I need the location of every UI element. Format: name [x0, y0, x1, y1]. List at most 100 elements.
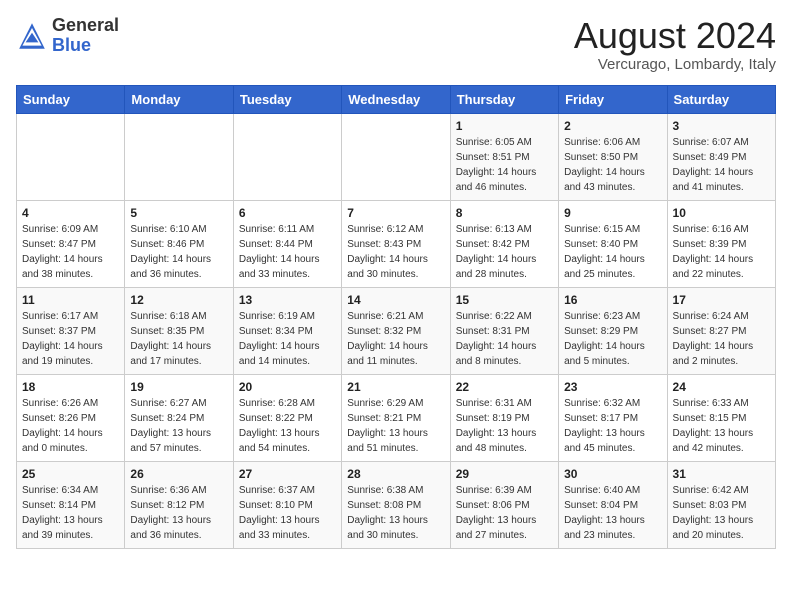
calendar-cell: 10Sunrise: 6:16 AM Sunset: 8:39 PM Dayli… [667, 200, 775, 287]
day-info: Sunrise: 6:12 AM Sunset: 8:43 PM Dayligh… [347, 222, 444, 282]
day-number: 12 [130, 293, 227, 307]
calendar-cell [125, 113, 233, 200]
calendar-cell: 5 Sunrise: 6:10 AM Sunset: 8:46 PM Daylig… [125, 200, 233, 287]
day-number: 23 [564, 380, 661, 394]
weekday-header: Thursday [450, 85, 558, 113]
calendar-cell: 9 Sunrise: 6:15 AM Sunset: 8:40 PM Daylig… [559, 200, 667, 287]
calendar-cell: 2 Sunrise: 6:06 AM Sunset: 8:50 PM Daylig… [559, 113, 667, 200]
calendar-cell: 27Sunrise: 6:37 AM Sunset: 8:10 PM Dayli… [233, 461, 341, 548]
day-info: Sunrise: 6:24 AM Sunset: 8:27 PM Dayligh… [673, 309, 770, 369]
weekday-header: Sunday [17, 85, 125, 113]
calendar-cell: 22 Sunrise: 6:31 AM Sunset: 8:19 PM Dayli… [450, 374, 558, 461]
weekday-header: Tuesday [233, 85, 341, 113]
logo-icon [16, 20, 48, 52]
day-info: Sunrise: 6:17 AM Sunset: 8:37 PM Dayligh… [22, 309, 119, 369]
calendar-cell: 28 Sunrise: 6:38 AM Sunset: 8:08 PM Dayli… [342, 461, 450, 548]
day-info: Sunrise: 6:34 AM Sunset: 8:14 PM Dayligh… [22, 483, 119, 543]
day-number: 28 [347, 467, 444, 481]
day-number: 29 [456, 467, 553, 481]
day-number: 3 [673, 119, 770, 133]
calendar-cell: 14Sunrise: 6:21 AM Sunset: 8:32 PM Dayli… [342, 287, 450, 374]
calendar-cell: 13 Sunrise: 6:19 AM Sunset: 8:34 PM Dayli… [233, 287, 341, 374]
month-year-title: August 2024 [574, 16, 776, 56]
day-info: Sunrise: 6:11 AM Sunset: 8:44 PM Dayligh… [239, 222, 336, 282]
day-number: 30 [564, 467, 661, 481]
day-number: 21 [347, 380, 444, 394]
weekday-header: Friday [559, 85, 667, 113]
day-info: Sunrise: 6:10 AM Sunset: 8:46 PM Dayligh… [130, 222, 227, 282]
day-info: Sunrise: 6:07 AM Sunset: 8:49 PM Dayligh… [673, 135, 770, 195]
day-info: Sunrise: 6:05 AM Sunset: 8:51 PM Dayligh… [456, 135, 553, 195]
day-number: 4 [22, 206, 119, 220]
calendar-cell [233, 113, 341, 200]
calendar-cell: 16Sunrise: 6:23 AM Sunset: 8:29 PM Dayli… [559, 287, 667, 374]
day-number: 26 [130, 467, 227, 481]
calendar-week-row: 4 Sunrise: 6:09 AM Sunset: 8:47 PM Daylig… [17, 200, 776, 287]
day-info: Sunrise: 6:36 AM Sunset: 8:12 PM Dayligh… [130, 483, 227, 543]
calendar-week-row: 25Sunrise: 6:34 AM Sunset: 8:14 PM Dayli… [17, 461, 776, 548]
day-number: 22 [456, 380, 553, 394]
day-number: 15 [456, 293, 553, 307]
day-number: 5 [130, 206, 227, 220]
day-info: Sunrise: 6:27 AM Sunset: 8:24 PM Dayligh… [130, 396, 227, 456]
day-info: Sunrise: 6:13 AM Sunset: 8:42 PM Dayligh… [456, 222, 553, 282]
day-info: Sunrise: 6:18 AM Sunset: 8:35 PM Dayligh… [130, 309, 227, 369]
calendar-cell: 17 Sunrise: 6:24 AM Sunset: 8:27 PM Dayli… [667, 287, 775, 374]
calendar-week-row: 1Sunrise: 6:05 AM Sunset: 8:51 PM Daylig… [17, 113, 776, 200]
title-block: August 2024 Vercurago, Lombardy, Italy [574, 16, 776, 73]
logo-general-text: General [52, 15, 119, 35]
day-info: Sunrise: 6:32 AM Sunset: 8:17 PM Dayligh… [564, 396, 661, 456]
weekday-header-row: SundayMondayTuesdayWednesdayThursdayFrid… [17, 85, 776, 113]
calendar-cell: 26 Sunrise: 6:36 AM Sunset: 8:12 PM Dayli… [125, 461, 233, 548]
day-number: 14 [347, 293, 444, 307]
day-number: 31 [673, 467, 770, 481]
day-info: Sunrise: 6:38 AM Sunset: 8:08 PM Dayligh… [347, 483, 444, 543]
calendar-cell: 30 Sunrise: 6:40 AM Sunset: 8:04 PM Dayli… [559, 461, 667, 548]
calendar-cell: 8 Sunrise: 6:13 AM Sunset: 8:42 PM Daylig… [450, 200, 558, 287]
day-number: 7 [347, 206, 444, 220]
day-number: 13 [239, 293, 336, 307]
calendar-cell: 3 Sunrise: 6:07 AM Sunset: 8:49 PM Daylig… [667, 113, 775, 200]
weekday-header: Monday [125, 85, 233, 113]
day-info: Sunrise: 6:42 AM Sunset: 8:03 PM Dayligh… [673, 483, 770, 543]
calendar-cell: 12 Sunrise: 6:18 AM Sunset: 8:35 PM Dayli… [125, 287, 233, 374]
day-info: Sunrise: 6:33 AM Sunset: 8:15 PM Dayligh… [673, 396, 770, 456]
calendar-cell: 1Sunrise: 6:05 AM Sunset: 8:51 PM Daylig… [450, 113, 558, 200]
location-subtitle: Vercurago, Lombardy, Italy [574, 56, 776, 73]
calendar-cell: 15 Sunrise: 6:22 AM Sunset: 8:31 PM Dayli… [450, 287, 558, 374]
calendar-cell: 19 Sunrise: 6:27 AM Sunset: 8:24 PM Dayli… [125, 374, 233, 461]
day-number: 27 [239, 467, 336, 481]
day-number: 9 [564, 206, 661, 220]
day-info: Sunrise: 6:29 AM Sunset: 8:21 PM Dayligh… [347, 396, 444, 456]
calendar-cell: 31 Sunrise: 6:42 AM Sunset: 8:03 PM Dayli… [667, 461, 775, 548]
calendar-cell [17, 113, 125, 200]
day-number: 17 [673, 293, 770, 307]
page-header: General Blue August 2024 Vercurago, Lomb… [16, 16, 776, 73]
day-info: Sunrise: 6:19 AM Sunset: 8:34 PM Dayligh… [239, 309, 336, 369]
day-info: Sunrise: 6:22 AM Sunset: 8:31 PM Dayligh… [456, 309, 553, 369]
calendar-cell: 24 Sunrise: 6:33 AM Sunset: 8:15 PM Dayli… [667, 374, 775, 461]
calendar-cell: 7 Sunrise: 6:12 AM Sunset: 8:43 PM Daylig… [342, 200, 450, 287]
calendar-cell: 29 Sunrise: 6:39 AM Sunset: 8:06 PM Dayli… [450, 461, 558, 548]
day-info: Sunrise: 6:31 AM Sunset: 8:19 PM Dayligh… [456, 396, 553, 456]
calendar-cell [342, 113, 450, 200]
day-info: Sunrise: 6:40 AM Sunset: 8:04 PM Dayligh… [564, 483, 661, 543]
day-info: Sunrise: 6:06 AM Sunset: 8:50 PM Dayligh… [564, 135, 661, 195]
calendar-week-row: 11Sunrise: 6:17 AM Sunset: 8:37 PM Dayli… [17, 287, 776, 374]
logo: General Blue [16, 16, 119, 56]
weekday-header: Saturday [667, 85, 775, 113]
calendar-cell: 21 Sunrise: 6:29 AM Sunset: 8:21 PM Dayli… [342, 374, 450, 461]
calendar-cell: 23 Sunrise: 6:32 AM Sunset: 8:17 PM Dayli… [559, 374, 667, 461]
day-info: Sunrise: 6:39 AM Sunset: 8:06 PM Dayligh… [456, 483, 553, 543]
day-number: 18 [22, 380, 119, 394]
calendar-cell: 4 Sunrise: 6:09 AM Sunset: 8:47 PM Daylig… [17, 200, 125, 287]
day-number: 2 [564, 119, 661, 133]
calendar-week-row: 18 Sunrise: 6:26 AM Sunset: 8:26 PM Dayli… [17, 374, 776, 461]
day-info: Sunrise: 6:26 AM Sunset: 8:26 PM Dayligh… [22, 396, 119, 456]
day-number: 8 [456, 206, 553, 220]
day-number: 19 [130, 380, 227, 394]
day-info: Sunrise: 6:15 AM Sunset: 8:40 PM Dayligh… [564, 222, 661, 282]
day-info: Sunrise: 6:28 AM Sunset: 8:22 PM Dayligh… [239, 396, 336, 456]
day-info: Sunrise: 6:09 AM Sunset: 8:47 PM Dayligh… [22, 222, 119, 282]
day-number: 24 [673, 380, 770, 394]
